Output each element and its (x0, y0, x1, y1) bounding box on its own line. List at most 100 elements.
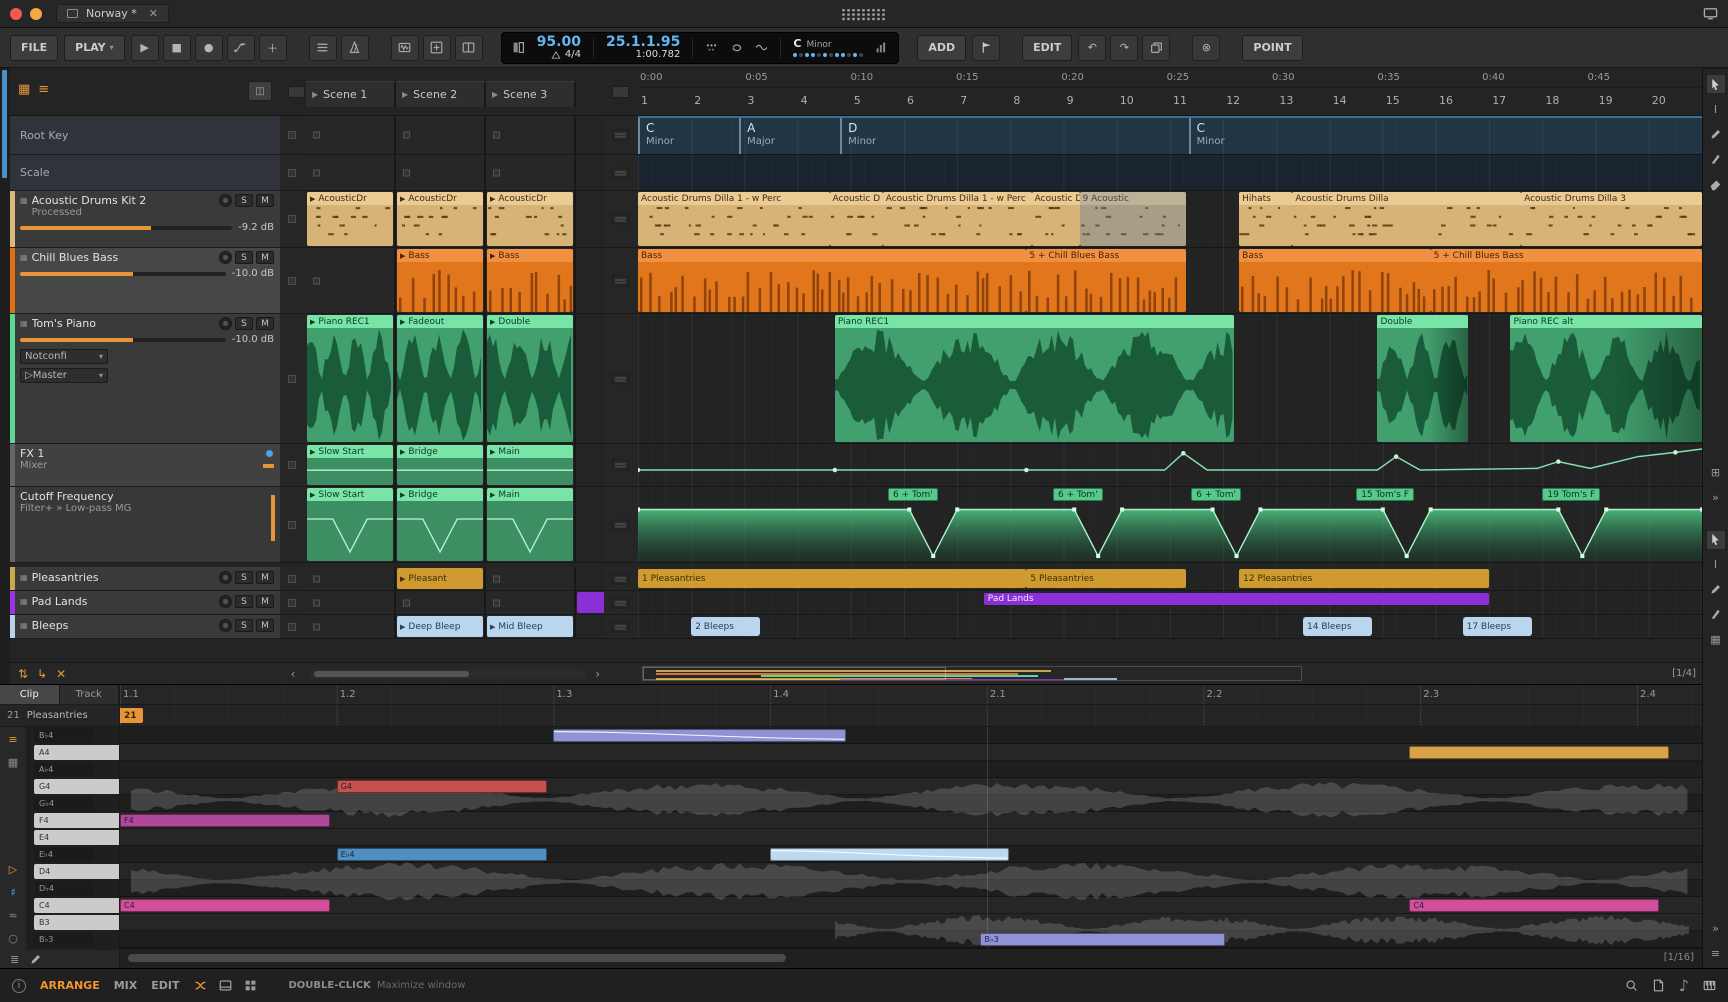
scene-mode-button[interactable] (612, 86, 629, 98)
launcher-clip[interactable]: ▶Fadeout (397, 315, 483, 442)
arranger-lane-scale[interactable] (638, 155, 1702, 191)
scene-stop-button[interactable] (612, 373, 629, 384)
clip-slot[interactable] (306, 567, 396, 590)
arranger-lane-chill-blues-bass[interactable]: Bass5 + Chill Blues BassBass5 + Chill Bl… (638, 248, 1702, 314)
stop-all-button[interactable] (288, 86, 305, 98)
clip-slot[interactable] (306, 248, 396, 313)
clip-slot[interactable] (576, 615, 604, 638)
display-profile-icon[interactable] (1703, 6, 1718, 21)
clip-slot[interactable]: ▶AcousticDr (396, 191, 486, 247)
clip-slot[interactable]: ▶Slow Start (306, 444, 396, 486)
play-button[interactable]: ▶ (131, 35, 159, 61)
marker-flag-button[interactable] (972, 35, 1000, 61)
clear-icon[interactable]: ✕ (56, 667, 66, 681)
key-section[interactable]: CMinor (638, 118, 739, 154)
automation-clip-tag[interactable]: 6 + Tom' (1053, 488, 1103, 501)
volume-fader[interactable]: -10.0 dB (20, 268, 274, 279)
clip-slot[interactable]: ▶AcousticDr (306, 191, 396, 247)
arranger-clip[interactable]: Acoustic D (1032, 192, 1080, 246)
launcher-clip[interactable]: ▶Main (487, 488, 573, 561)
piano-key-c4[interactable]: C4 (34, 898, 119, 913)
clip-slot[interactable] (576, 487, 604, 562)
volume-fader[interactable]: -9.2 dB (20, 222, 274, 233)
midi-note[interactable]: C4 (120, 899, 330, 912)
scene-stop-button[interactable] (612, 275, 629, 286)
grid-plus-tool[interactable]: ⊞ (1707, 464, 1725, 482)
pencil-tool[interactable] (1707, 581, 1725, 599)
collapse-tool[interactable]: » (1707, 919, 1725, 937)
clip-slot[interactable]: ▶Bridge (396, 444, 486, 486)
midi-note[interactable]: F4 (120, 814, 330, 827)
mute-button[interactable]: M (256, 317, 274, 330)
playhead-position[interactable]: 25.1.1.95 (606, 35, 680, 50)
playhead-time[interactable]: 1:00.782 (636, 50, 681, 61)
launcher-clip[interactable]: ▶Bridge (397, 445, 483, 485)
clip-slot[interactable]: ▶Main (486, 487, 576, 562)
mute-button[interactable]: M (256, 619, 274, 632)
layers-button[interactable] (309, 35, 337, 61)
add-button[interactable]: ADD (917, 35, 966, 61)
sharp-icon[interactable]: ♯ (5, 884, 21, 900)
arranger-clip[interactable]: Piano REC1 (835, 315, 1234, 442)
track-header-pleasantries[interactable]: ▦PleasantriesSM (10, 567, 280, 591)
stop-button[interactable]: ■ (163, 35, 191, 61)
launcher-clip[interactable]: ▶AcousticDr (397, 192, 483, 246)
pointer-tool[interactable] (1707, 75, 1725, 93)
collapse-tool[interactable]: » (1707, 489, 1725, 507)
arranger-clip[interactable]: Acoustic Drums Dilla 1 - w Perc (638, 192, 830, 246)
launcher-clip[interactable]: ▶Piano REC1 (307, 315, 393, 442)
clip-slot[interactable] (306, 155, 396, 190)
shuffle-icon[interactable] (194, 979, 207, 992)
piano-key-a4[interactable]: A4 (34, 745, 119, 760)
solo-button[interactable]: S (235, 571, 253, 584)
list-icon[interactable]: ≡ (5, 731, 21, 747)
arranger-lane-fx-1[interactable] (638, 444, 1702, 487)
activity-button[interactable] (219, 571, 232, 584)
file-icon[interactable] (1652, 979, 1665, 992)
punch-icons[interactable] (512, 41, 525, 54)
arranger-clip[interactable]: 2 Bleeps (691, 617, 760, 636)
close-project-icon[interactable]: ✕ (149, 7, 158, 20)
step-tool[interactable]: ▦ (1707, 631, 1725, 649)
track-stop-button[interactable] (288, 623, 296, 631)
mute-button[interactable]: M (256, 595, 274, 608)
arranger-clip[interactable]: Piano REC alt (1510, 315, 1702, 442)
piano-key-d-4[interactable]: D♭4 (34, 881, 93, 896)
clip-slot[interactable]: ▶Mid Bleep (486, 615, 576, 638)
arranger-clip[interactable]: 5 Pleasantries (1026, 569, 1186, 588)
arranger-clip[interactable]: 1 Pleasantries (638, 569, 1026, 588)
tempo-value[interactable]: 95.00 (537, 35, 581, 50)
undo-button[interactable]: ↶ (1078, 35, 1106, 61)
scroll-left-icon[interactable]: ‹ (291, 667, 296, 681)
automation-write-button[interactable] (227, 35, 255, 61)
midi-note[interactable] (770, 848, 1008, 861)
pads-icon[interactable] (244, 979, 257, 992)
scene-stop-button[interactable] (612, 130, 629, 141)
track-header-fx-1[interactable]: FX 1Mixer (10, 444, 280, 487)
clip-slot[interactable]: ▶Double (486, 314, 576, 443)
loop-icon[interactable] (730, 41, 743, 54)
track-stop-button[interactable] (288, 169, 296, 177)
panel-icon[interactable] (219, 979, 232, 992)
piano-key-b-3[interactable]: B♭3 (34, 932, 93, 947)
solo-button[interactable]: S (235, 317, 253, 330)
arranger-lane-bleeps[interactable]: 2 Bleeps14 Bleeps17 Bleeps (638, 615, 1702, 639)
launcher-clip[interactable]: ▶Bass (397, 249, 483, 312)
clip-slot[interactable]: ▶Fadeout (396, 314, 486, 443)
clip-slot[interactable] (576, 567, 604, 590)
output-select[interactable]: ▷ Master▾ (20, 368, 108, 383)
midi-note[interactable] (1409, 746, 1669, 759)
clip-slot[interactable]: ▶AcousticDr (486, 191, 576, 247)
scene-stop-button[interactable] (612, 573, 629, 584)
route-icon[interactable]: ↳ (37, 667, 47, 681)
sort-icon[interactable]: ⇅ (18, 667, 28, 681)
mute-button[interactable]: M (256, 571, 274, 584)
midi-note[interactable] (553, 729, 846, 742)
timeline-ruler[interactable]: 0:000:050:100:150:200:250:300:350:400:45… (638, 68, 1702, 116)
add-track-button[interactable] (423, 35, 451, 61)
solo-button[interactable]: S (235, 194, 253, 207)
clip-slot[interactable] (486, 116, 576, 154)
key-section[interactable]: DMinor (840, 118, 1188, 154)
scroll-right-icon[interactable]: › (595, 667, 600, 681)
automation-clip-tag[interactable]: 19 Tom's F (1542, 488, 1600, 501)
